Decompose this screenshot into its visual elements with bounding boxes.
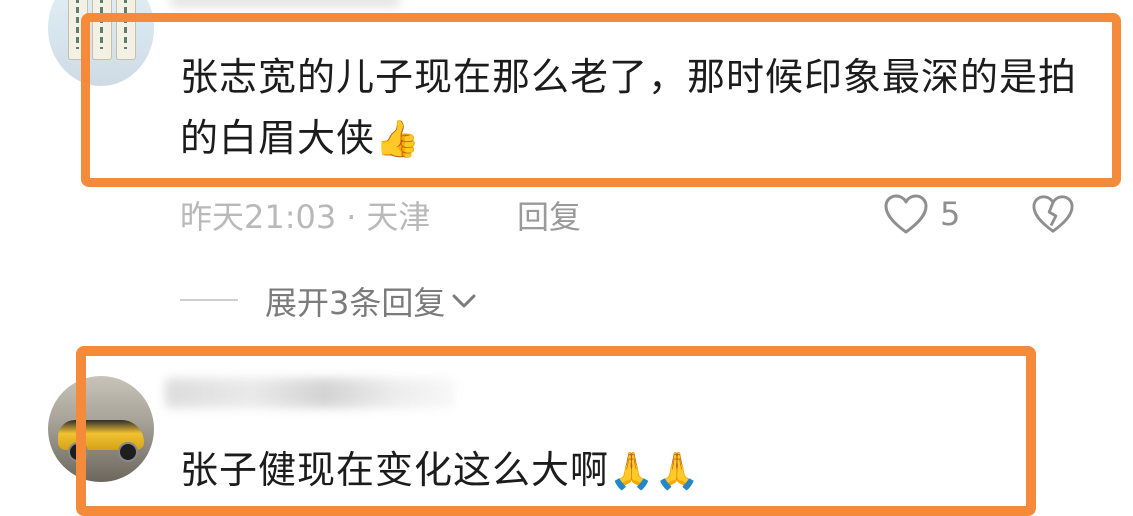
chevron-down-icon — [452, 294, 476, 308]
broken-heart-icon — [1032, 195, 1074, 233]
blurred-username — [170, 0, 400, 8]
meta-separator: · — [346, 198, 357, 236]
highlight-frame — [81, 13, 1121, 187]
comment-meta: 昨天21:03 · 天津 — [180, 192, 430, 238]
highlight-frame — [76, 346, 1036, 516]
like-button[interactable]: 5 — [882, 192, 960, 236]
reply-button[interactable]: 回复 — [517, 192, 581, 238]
expand-replies-label: 展开3条回复 — [265, 284, 446, 322]
dislike-button[interactable] — [1030, 193, 1076, 239]
comment-time: 昨天21:03 — [180, 198, 337, 236]
expand-divider — [180, 299, 238, 301]
heart-outline-icon — [884, 194, 928, 234]
expand-replies-button[interactable]: 展开3条回复 — [265, 278, 477, 324]
comment-location: 天津 — [366, 198, 431, 236]
like-count: 5 — [940, 195, 961, 233]
